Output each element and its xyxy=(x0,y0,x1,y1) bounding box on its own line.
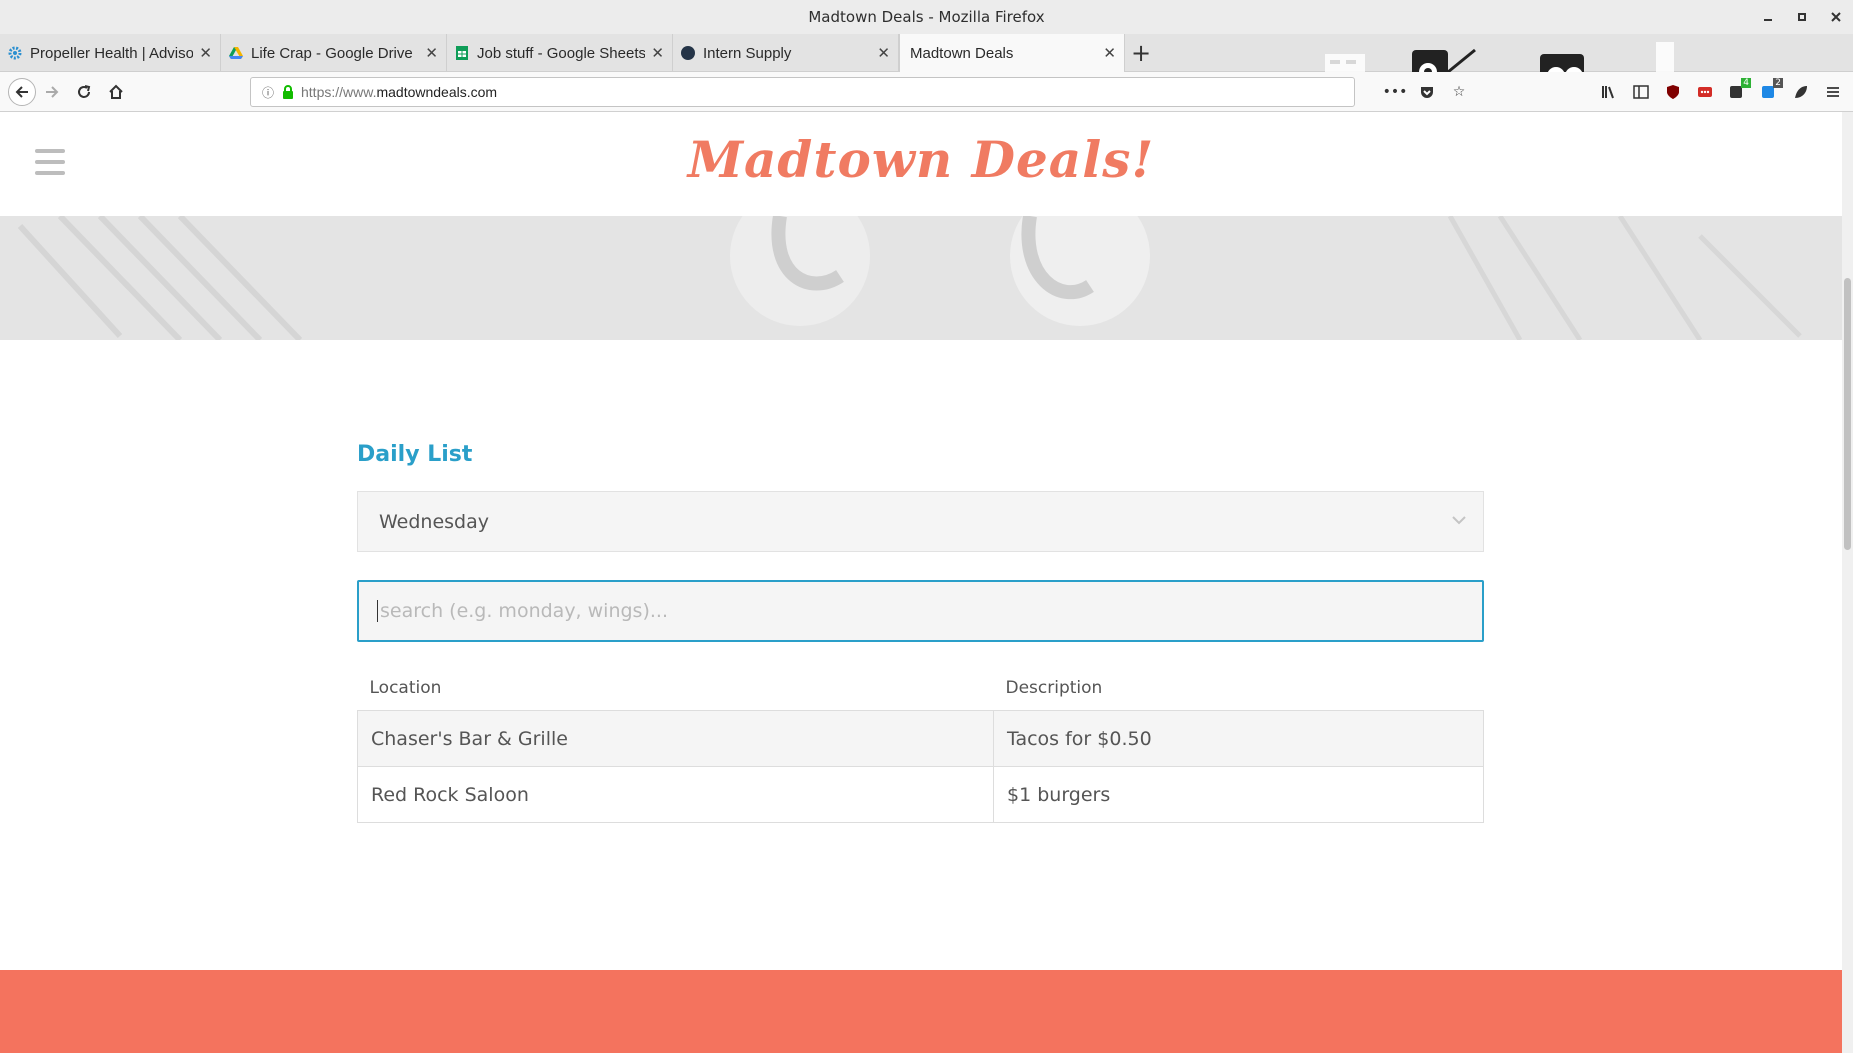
drive-icon xyxy=(229,47,243,59)
lastpass-icon[interactable] xyxy=(1693,80,1717,104)
deals-table: Location Description Chaser's Bar & Gril… xyxy=(357,668,1484,823)
maximize-button[interactable] xyxy=(1785,0,1819,34)
tab-job-stuff[interactable]: Job stuff - Google Sheets ✕ xyxy=(447,34,673,72)
maximize-icon xyxy=(1798,13,1806,21)
window-controls xyxy=(1751,0,1853,34)
window-titlebar: Madtown Deals - Mozilla Firefox xyxy=(0,0,1853,34)
extension-d-icon[interactable]: 4 xyxy=(1725,78,1751,104)
search-placeholder: search (e.g. monday, wings)... xyxy=(380,600,668,622)
tab-label: Propeller Health | Advisor xyxy=(30,44,194,62)
lock-icon[interactable] xyxy=(281,85,295,99)
search-input[interactable]: search (e.g. monday, wings)... xyxy=(357,580,1484,642)
site-header: Madtown Deals! xyxy=(0,112,1842,216)
sidebar-icon[interactable] xyxy=(1629,80,1653,104)
extension-leaf-icon[interactable] xyxy=(1789,80,1813,104)
cell-description: $1 burgers xyxy=(993,766,1484,823)
extension-badge: 2 xyxy=(1773,78,1783,88)
page-actions-icon[interactable]: ••• xyxy=(1383,80,1408,104)
library-icon[interactable] xyxy=(1597,80,1621,104)
column-header-location[interactable]: Location xyxy=(358,668,994,711)
forward-button[interactable] xyxy=(40,80,64,104)
minimize-icon xyxy=(1764,19,1772,21)
tab-propeller-health[interactable]: Propeller Health | Advisor ✕ xyxy=(0,34,221,72)
cell-location: Red Rock Saloon xyxy=(357,766,994,823)
tab-label: Madtown Deals xyxy=(910,44,1014,62)
url-bar[interactable]: ⓘ https://www. madtowndeals.com xyxy=(250,77,1355,107)
ublock-icon[interactable] xyxy=(1661,80,1685,104)
home-icon xyxy=(109,84,123,99)
navigation-toolbar: ⓘ https://www. madtowndeals.com ••• ☆ 4 2 xyxy=(0,72,1853,112)
table-row: Chaser's Bar & Grille Tacos for $0.50 xyxy=(357,710,1484,767)
footer-band xyxy=(0,970,1842,1053)
close-tab-icon[interactable]: ✕ xyxy=(425,44,438,62)
back-arrow-icon xyxy=(15,86,28,98)
circle-icon xyxy=(681,46,695,60)
tab-madtown-deals[interactable]: Madtown Deals ✕ xyxy=(899,34,1125,72)
toolbar-right: ••• ☆ 4 2 xyxy=(1383,78,1845,106)
forward-arrow-icon xyxy=(46,86,59,98)
reload-icon xyxy=(78,85,91,98)
table-row: Red Rock Saloon $1 burgers xyxy=(357,766,1484,823)
sheets-icon xyxy=(456,46,468,60)
chevron-down-icon xyxy=(1452,516,1466,525)
site-info-icon[interactable]: ⓘ xyxy=(257,84,279,101)
text-cursor xyxy=(377,600,378,622)
tab-intern-supply[interactable]: Intern Supply ✕ xyxy=(673,34,899,72)
window-title: Madtown Deals - Mozilla Firefox xyxy=(808,8,1045,26)
section-title: Daily List xyxy=(357,442,473,467)
tab-label: Intern Supply xyxy=(703,44,792,62)
hero-banner-image xyxy=(0,216,1842,340)
close-tab-icon[interactable]: ✕ xyxy=(199,44,212,62)
close-window-button[interactable] xyxy=(1819,0,1853,34)
column-header-description[interactable]: Description xyxy=(994,668,1484,711)
extension-badge: 4 xyxy=(1741,78,1751,88)
new-tab-button[interactable]: + xyxy=(1128,34,1154,72)
close-tab-icon[interactable]: ✕ xyxy=(651,44,664,62)
hero-photo xyxy=(0,216,1842,340)
cell-description: Tacos for $0.50 xyxy=(993,710,1484,767)
site-logo[interactable]: Madtown Deals! xyxy=(0,130,1842,189)
extension-s-icon[interactable]: 2 xyxy=(1757,78,1783,104)
day-select-value: Wednesday xyxy=(379,510,490,533)
url-domain: madtowndeals.com xyxy=(376,84,498,100)
table-header-row: Location Description xyxy=(358,668,1484,711)
page-content: Madtown Deals! Daily List Wednesday sear… xyxy=(0,112,1842,1053)
close-icon xyxy=(1831,12,1841,22)
gear-icon xyxy=(8,46,22,60)
tab-life-crap[interactable]: Life Crap - Google Drive ✕ xyxy=(221,34,447,72)
tab-label: Life Crap - Google Drive xyxy=(251,44,413,62)
scrollbar-thumb[interactable] xyxy=(1844,278,1851,550)
page-scrollbar[interactable] xyxy=(1842,112,1853,1053)
minimize-button[interactable] xyxy=(1751,0,1785,34)
close-tab-icon[interactable]: ✕ xyxy=(877,44,890,62)
day-select-dropdown[interactable]: Wednesday xyxy=(357,491,1484,552)
pocket-icon[interactable] xyxy=(1415,80,1439,104)
reload-button[interactable] xyxy=(72,80,96,104)
bookmark-star-icon[interactable]: ☆ xyxy=(1447,80,1471,104)
daily-list-section: Daily List Wednesday search (e.g. monday… xyxy=(357,442,1484,823)
menu-icon[interactable] xyxy=(1821,80,1845,104)
home-button[interactable] xyxy=(104,80,128,104)
cell-location: Chaser's Bar & Grille xyxy=(357,710,994,767)
back-button[interactable] xyxy=(8,78,36,106)
close-tab-icon[interactable]: ✕ xyxy=(1103,44,1116,62)
url-prefix: https://www. xyxy=(301,84,377,100)
tab-label: Job stuff - Google Sheets xyxy=(477,44,646,62)
